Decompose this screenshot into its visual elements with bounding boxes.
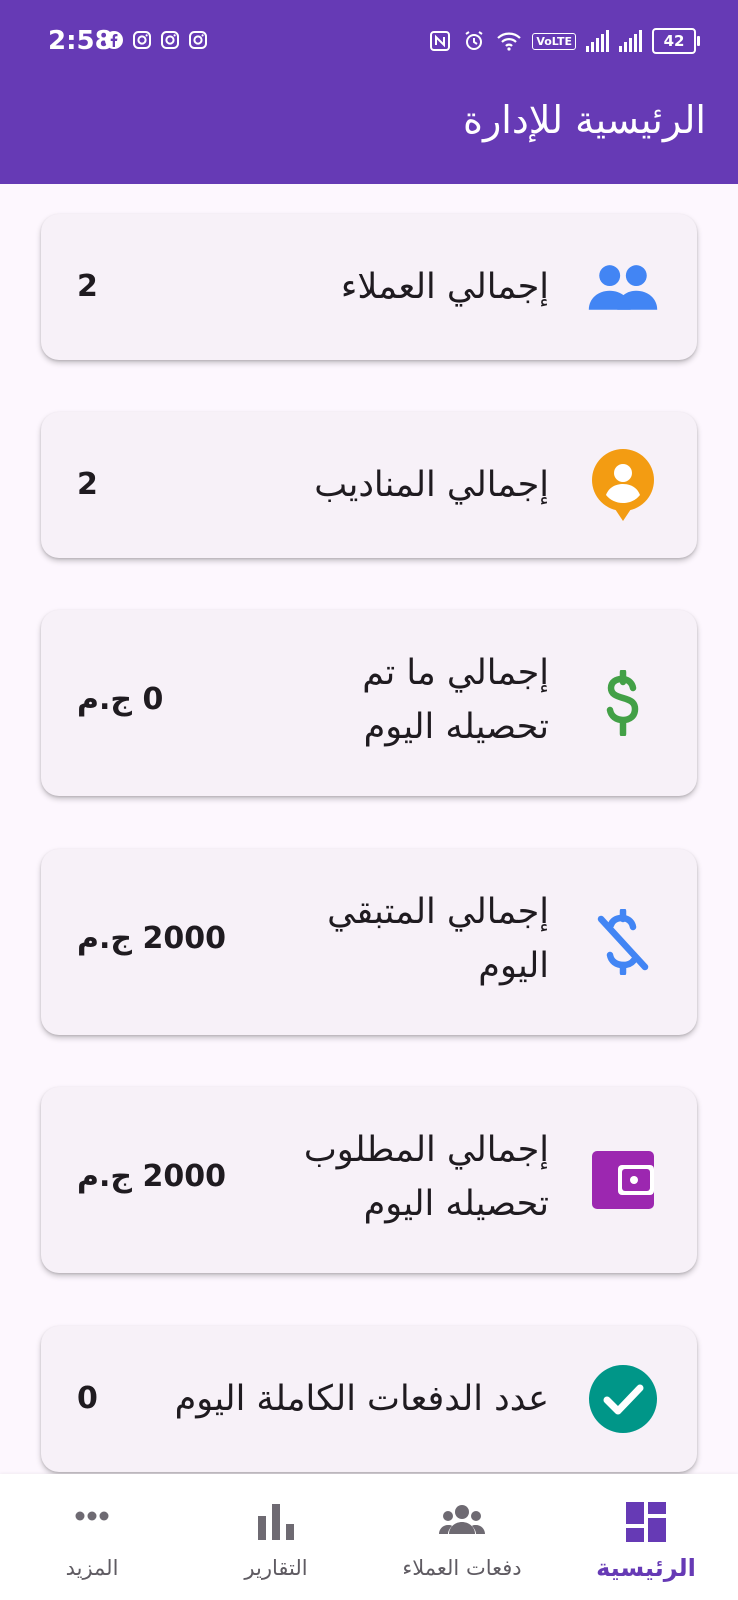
instagram-icon <box>189 31 207 49</box>
nav-item-reports[interactable]: التقارير <box>184 1474 368 1600</box>
alarm-icon <box>465 31 483 50</box>
facebook-icon <box>105 31 123 49</box>
card-value: 2 <box>77 269 98 304</box>
card-total-remaining-today[interactable]: إجمالي المتبقي اليوم 2000 ج.م <box>41 849 697 1035</box>
card-label: إجمالي المناديب <box>314 465 549 505</box>
wifi-icon <box>497 32 522 51</box>
people-icon <box>585 249 661 325</box>
card-total-agents[interactable]: إجمالي المناديب 2 <box>41 412 697 558</box>
nav-label: دفعات العملاء <box>402 1556 522 1580</box>
card-full-payments-today[interactable]: عدد الدفعات الكاملة اليوم 0 <box>41 1326 697 1472</box>
status-time: 2:58 <box>48 26 113 56</box>
dashboard-icon <box>626 1502 666 1542</box>
wallet-icon <box>585 1142 661 1218</box>
dollar-icon <box>585 665 661 741</box>
battery-icon: 42 <box>652 28 700 54</box>
card-label: إجمالي المطلوب تحصيله اليوم <box>303 1130 549 1224</box>
status-bar: 2:58 VoLTE 42 <box>0 0 738 84</box>
page-title: الرئيسية للإدارة <box>463 98 706 142</box>
card-label: إجمالي ما تم تحصيله اليوم <box>362 653 549 747</box>
card-value: 0 <box>77 1381 98 1416</box>
signal-icon <box>586 30 609 52</box>
person-pin-icon <box>585 447 661 523</box>
notification-icons <box>104 30 208 50</box>
card-value: 2000 ج.م <box>77 1159 226 1194</box>
nav-label: الرئيسية <box>596 1554 696 1582</box>
check-circle-icon <box>585 1361 661 1437</box>
card-total-due-today[interactable]: إجمالي المطلوب تحصيله اليوم 2000 ج.م <box>41 1087 697 1273</box>
card-label: إجمالي العملاء <box>340 267 549 307</box>
instagram-icon <box>161 31 179 49</box>
volte-icon: VoLTE <box>532 32 576 50</box>
card-label: إجمالي المتبقي اليوم <box>327 892 549 986</box>
more-horiz-icon <box>75 1511 109 1521</box>
nav-item-customer-payments[interactable]: دفعات العملاء <box>370 1474 554 1600</box>
bottom-navigation: الرئيسية دفعات العملاء التقارير المزيد <box>0 1474 738 1600</box>
nav-item-more[interactable]: المزيد <box>0 1474 184 1600</box>
card-value: 0 ج.م <box>77 682 164 717</box>
nav-label: التقارير <box>244 1556 308 1580</box>
instagram-icon <box>133 31 151 49</box>
signal-icon <box>619 30 642 52</box>
card-value: 2 <box>77 467 98 502</box>
money-off-icon <box>585 904 661 980</box>
nav-item-home[interactable]: الرئيسية <box>554 1474 738 1600</box>
nav-label: المزيد <box>65 1556 119 1580</box>
app-bar: الرئيسية للإدارة <box>0 84 738 184</box>
system-icons: VoLTE 42 <box>428 28 700 54</box>
group-icon <box>439 1505 485 1534</box>
card-total-collected-today[interactable]: إجمالي ما تم تحصيله اليوم 0 ج.م <box>41 610 697 796</box>
card-value: 2000 ج.م <box>77 921 226 956</box>
bar-chart-icon <box>258 1504 294 1540</box>
card-label: عدد الدفعات الكاملة اليوم <box>174 1379 549 1419</box>
card-total-customers[interactable]: إجمالي العملاء 2 <box>41 214 697 360</box>
nfc-icon <box>430 31 451 51</box>
